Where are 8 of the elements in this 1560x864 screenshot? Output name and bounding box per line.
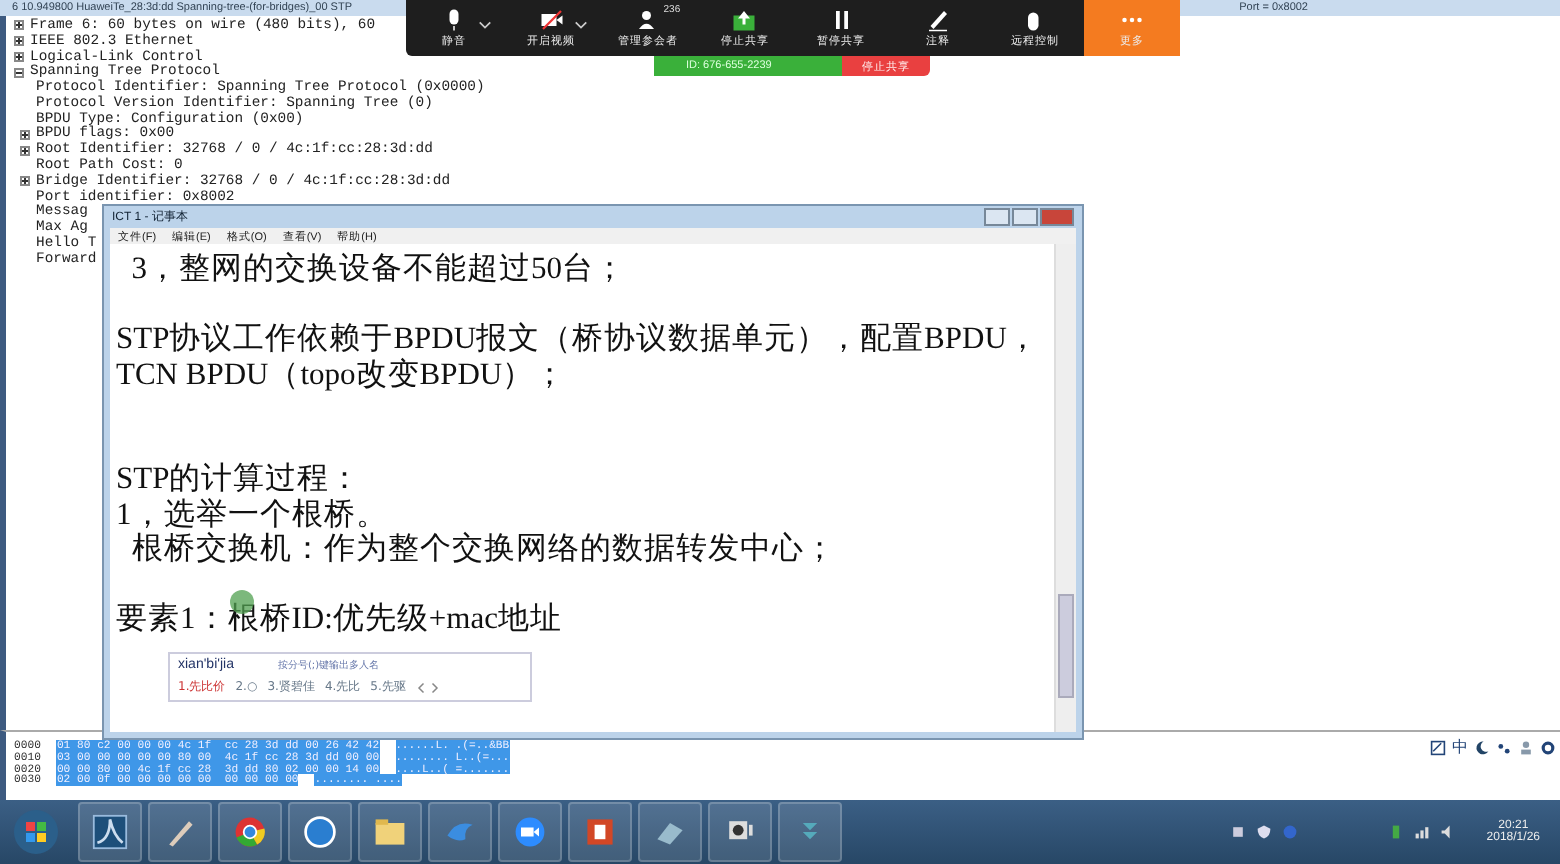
text-line: 要素1：根桥ID:优先级+mac地址 (116, 602, 562, 636)
text-line: STP协议工作依赖于BPDU报文（桥协议数据单元），配置BPDU， (116, 322, 1039, 356)
text-line: TCN BPDU（topo改变BPDU）； (116, 357, 567, 391)
text-line: STP的计算过程： (116, 462, 362, 496)
text-line: 3，整网的交换设备不能超过50台； (129, 252, 626, 286)
text-line: 1，选举一个根桥。 (116, 497, 388, 531)
ime-mode-indicator[interactable]: 中 (1452, 736, 1468, 758)
text-line: 根桥交换机：作为整个交换网络的数据转发中心； (129, 532, 836, 566)
